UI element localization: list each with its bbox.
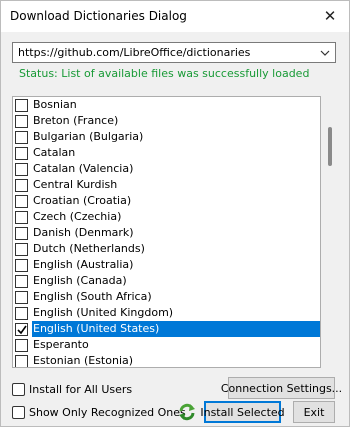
list-item-checkbox[interactable]	[15, 115, 28, 128]
list-item[interactable]: Bulgarian (Bulgaria)	[13, 129, 320, 145]
list-item[interactable]: English (United States)	[13, 321, 320, 337]
list-scrollbar[interactable]	[323, 96, 337, 368]
list-item[interactable]: Bosnian	[13, 97, 320, 113]
status-text: Status: List of available files was succ…	[19, 67, 310, 80]
scrollbar-thumb[interactable]	[328, 127, 332, 166]
list-item-highlight: English (Australia)	[32, 257, 320, 273]
window-title: Download Dictionaries Dialog	[10, 9, 187, 23]
list-item-label: Dutch (Netherlands)	[33, 242, 145, 255]
list-item-checkbox[interactable]	[15, 131, 28, 144]
list-item-label: Esperanto	[33, 338, 89, 351]
list-item-label: Breton (France)	[33, 114, 119, 127]
repository-url-combobox[interactable]: https://github.com/LibreOffice/dictionar…	[12, 42, 336, 63]
list-item-checkbox[interactable]	[15, 227, 28, 240]
connection-settings-button[interactable]: Connection Settings...	[221, 377, 342, 399]
list-item-highlight: English (South Africa)	[32, 289, 320, 305]
list-item[interactable]: Dutch (Netherlands)	[13, 241, 320, 257]
list-item-checkbox[interactable]	[15, 291, 28, 304]
close-button[interactable]: ✕	[317, 5, 343, 27]
list-item[interactable]: Catalan (Valencia)	[13, 161, 320, 177]
list-item-label: Catalan	[33, 146, 76, 159]
install-selected-button[interactable]: Install Selected	[200, 401, 285, 423]
install-all-users-option[interactable]: Install for All Users	[12, 381, 132, 397]
list-item-checkbox[interactable]	[15, 99, 28, 112]
list-item-label: English (United Kingdom)	[33, 306, 174, 319]
list-item-label: English (Canada)	[33, 274, 127, 287]
list-item-label: Central Kurdish	[33, 178, 118, 191]
list-item[interactable]: Breton (France)	[13, 113, 320, 129]
list-item-checkbox[interactable]	[15, 195, 28, 208]
list-item[interactable]: Czech (Czechia)	[13, 209, 320, 225]
install-all-users-checkbox[interactable]	[12, 382, 25, 396]
list-item[interactable]: Danish (Denmark)	[13, 225, 320, 241]
list-item-label: Bosnian	[33, 98, 77, 111]
refresh-icon	[179, 403, 195, 421]
refresh-button[interactable]	[175, 401, 199, 423]
list-item[interactable]: English (Canada)	[13, 273, 320, 289]
list-item-highlight: Catalan (Valencia)	[32, 161, 320, 177]
close-icon: ✕	[323, 7, 337, 25]
list-item-highlight: English (United Kingdom)	[32, 305, 320, 321]
checkmark-icon	[16, 325, 27, 334]
list-item-label: English (South Africa)	[33, 290, 152, 303]
list-item-highlight: Croatian (Croatia)	[32, 193, 320, 209]
list-item-highlight: Dutch (Netherlands)	[32, 241, 320, 257]
list-item[interactable]: Catalan	[13, 145, 320, 161]
list-item-checkbox[interactable]	[15, 147, 28, 160]
list-item-label: Bulgarian (Bulgaria)	[33, 130, 144, 143]
list-item-checkbox[interactable]	[15, 275, 28, 288]
list-item-checkbox[interactable]	[15, 323, 28, 336]
list-item-label: English (United States)	[33, 322, 160, 335]
list-item[interactable]: Esperanto	[13, 337, 320, 353]
title-bar: Download Dictionaries Dialog ✕	[1, 1, 349, 32]
list-item[interactable]: Croatian (Croatia)	[13, 193, 320, 209]
list-item-label: Catalan (Valencia)	[33, 162, 134, 175]
list-item[interactable]: English (United Kingdom)	[13, 305, 320, 321]
list-item-checkbox[interactable]	[15, 259, 28, 272]
list-item-checkbox[interactable]	[15, 179, 28, 192]
dictionary-list[interactable]: Bosnian Breton (France) Bulgarian (Bulgari…	[12, 96, 321, 368]
list-item-highlight: Esperanto	[32, 337, 320, 353]
install-all-users-label: Install for All Users	[29, 382, 133, 396]
chevron-down-icon[interactable]	[318, 45, 332, 60]
list-item-highlight: Estonian (Estonia)	[32, 353, 320, 367]
list-item-highlight: Breton (France)	[32, 113, 320, 129]
list-item-checkbox[interactable]	[15, 243, 28, 256]
list-item-highlight: Bulgarian (Bulgaria)	[32, 129, 320, 145]
list-item[interactable]: Central Kurdish	[13, 177, 320, 193]
repository-url-value: https://github.com/LibreOffice/dictionar…	[18, 46, 251, 59]
show-recognized-label: Show Only Recognized Ones	[29, 405, 186, 419]
list-item-highlight: Czech (Czechia)	[32, 209, 320, 225]
list-item-checkbox[interactable]	[15, 355, 28, 367]
list-item[interactable]: English (Australia)	[13, 257, 320, 273]
list-item-highlight: Catalan	[32, 145, 320, 161]
list-item-label: English (Australia)	[33, 258, 134, 271]
list-item-checkbox[interactable]	[15, 307, 28, 320]
list-item-highlight: Danish (Denmark)	[32, 225, 320, 241]
list-item-highlight: English (United States)	[32, 321, 320, 337]
show-recognized-option[interactable]: Show Only Recognized Ones	[12, 404, 186, 420]
list-item-highlight: Central Kurdish	[32, 177, 320, 193]
list-item-label: Danish (Denmark)	[33, 226, 134, 239]
exit-button[interactable]: Exit	[293, 401, 335, 423]
list-item-checkbox[interactable]	[15, 339, 28, 352]
list-item-label: Croatian (Croatia)	[33, 194, 132, 207]
list-item-label: Estonian (Estonia)	[33, 354, 134, 367]
list-item-highlight: Bosnian	[32, 97, 320, 113]
list-item[interactable]: English (South Africa)	[13, 289, 320, 305]
dialog-window: Download Dictionaries Dialog ✕ https://g…	[0, 0, 350, 427]
list-item-highlight: English (Canada)	[32, 273, 320, 289]
list-item-checkbox[interactable]	[15, 163, 28, 176]
show-recognized-checkbox[interactable]	[12, 405, 25, 419]
list-item[interactable]: Estonian (Estonia)	[13, 353, 320, 367]
list-item-label: Czech (Czechia)	[33, 210, 122, 223]
list-item-checkbox[interactable]	[15, 211, 28, 224]
